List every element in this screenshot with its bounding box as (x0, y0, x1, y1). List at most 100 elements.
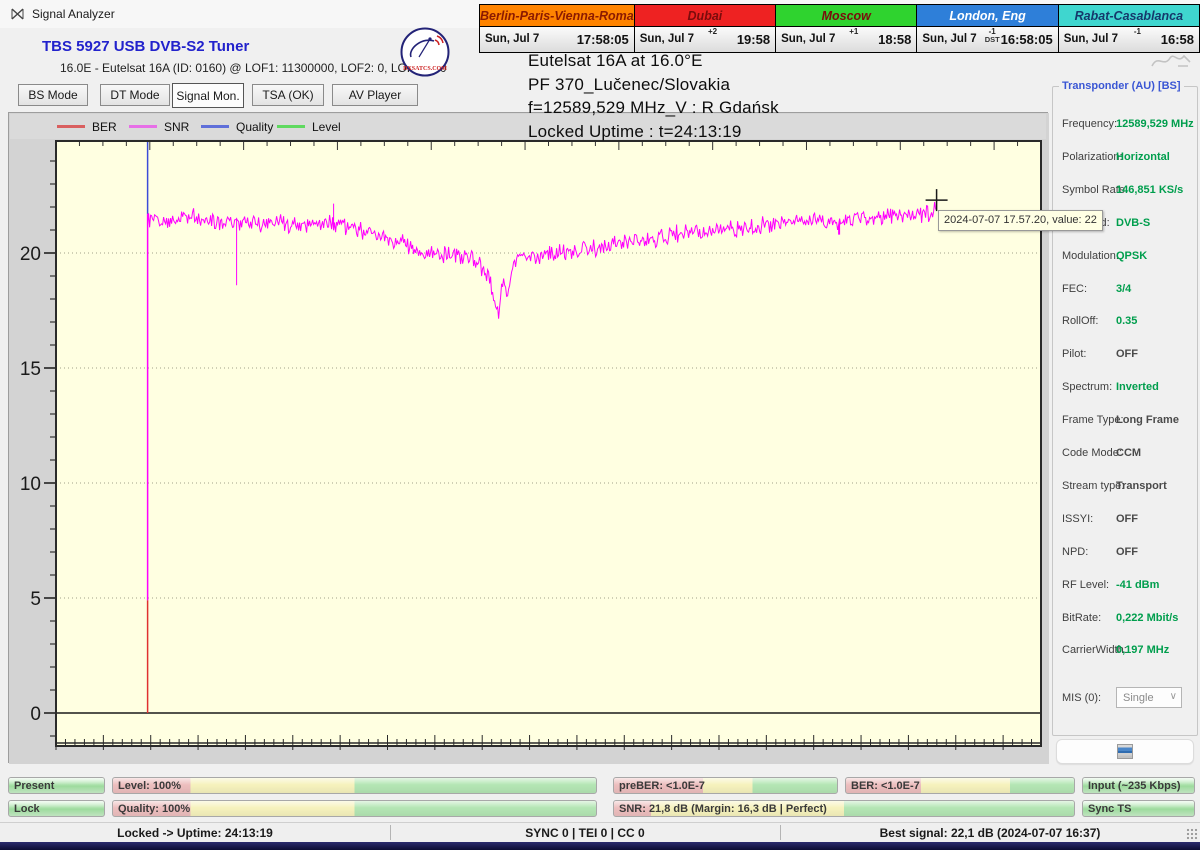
dxsatcs-logo: DXSATCS.COM (399, 26, 451, 78)
clock-date: Sun, Jul 7 (781, 33, 835, 45)
world-clocks: Berlin-Paris-Vienna-RomaSun, Jul 717:58:… (479, 4, 1200, 53)
tab-dt-mode[interactable]: DT Mode (100, 84, 170, 106)
clock-utc-offset: +1 (849, 28, 858, 36)
legend-label: BER (92, 120, 117, 134)
transponder-row-modulation: Modulation:QPSK (1053, 250, 1199, 264)
chevron-down-icon: ∨ (1170, 691, 1177, 702)
clock-time-cell: Sun, Jul 7 18:58 +1 (776, 27, 916, 52)
field-value: 0,197 MHz (1116, 644, 1169, 656)
meter-label: Sync TS (1088, 803, 1131, 815)
field-value: Long Frame (1116, 414, 1179, 426)
ts-list-button[interactable] (1056, 739, 1194, 764)
field-label: Code Mode: (1062, 447, 1122, 459)
meter-label: Input (~235 Kbps) (1088, 780, 1181, 792)
clock-date: Sun, Jul 7 (485, 33, 539, 45)
transponder-row-code-mode: Code Mode:CCM (1053, 447, 1199, 461)
meter-snr: SNR: 21,8 dB (Margin: 16,3 dB | Perfect) (613, 800, 1075, 817)
clock-date: Sun, Jul 7 (1064, 33, 1118, 45)
resize-grip[interactable] (1186, 828, 1198, 840)
ts-list-icon (1117, 744, 1133, 759)
transponder-row-issyi: ISSYI:OFF (1053, 513, 1199, 527)
status-best-signal: Best signal: 22,1 dB (2024-07-07 16:37) (780, 826, 1200, 840)
meter-quality: Quality: 100% (112, 800, 597, 817)
meter-label: Level: 100% (118, 780, 181, 792)
transponder-row-frequency: Frequency:12589,529 MHz (1053, 118, 1199, 132)
meter-label: Present (14, 780, 54, 792)
field-label: Frequency: (1062, 118, 1117, 130)
clock-2: DubaiSun, Jul 719:58+2 (635, 5, 775, 52)
clock-1: Berlin-Paris-Vienna-RomaSun, Jul 717:58:… (480, 5, 634, 52)
chart-tooltip: 2024-07-07 17.57.20, value: 22 (938, 210, 1103, 231)
svg-text:0: 0 (30, 704, 41, 725)
meter-sheen (113, 778, 596, 793)
transponder-row-fec: FEC:3/4 (1053, 283, 1199, 297)
meter-lock: Lock (8, 800, 105, 817)
clock-hms: 18:58 (878, 32, 911, 47)
legend-item-ber: BER (57, 114, 117, 139)
field-value: Transport (1116, 480, 1167, 492)
field-value: OFF (1116, 348, 1138, 360)
legend-swatch (129, 125, 157, 128)
tab-bs-mode[interactable]: BS Mode (18, 84, 88, 106)
field-label: Frame Type: (1062, 414, 1124, 426)
clock-utc-offset: -1DST (985, 28, 1000, 44)
svg-text:5: 5 (30, 589, 41, 610)
annotation-uptime: Locked Uptime : t=24:13:19 (528, 120, 779, 144)
tuner-subtitle: 16.0E - Eutelsat 16A (ID: 0160) @ LOF1: … (60, 61, 447, 75)
meter-input: Input (~235 Kbps) (1082, 777, 1195, 794)
transponder-row-npd: NPD:OFF (1053, 546, 1199, 560)
legend-item-snr: SNR (129, 114, 189, 139)
meter-label: Lock (14, 803, 40, 815)
clock-city: London, Eng (917, 5, 1057, 27)
clock-utc-offset: -1 (1134, 28, 1141, 36)
status-sync-counters: SYNC 0 | TEI 0 | CC 0 (390, 826, 780, 840)
field-label: BitRate: (1062, 612, 1101, 624)
transponder-row-rf-level: RF Level: -41 dBm (1053, 579, 1199, 593)
tab-av-player[interactable]: AV Player (332, 84, 418, 106)
clock-city: Dubai (635, 5, 775, 27)
transponder-row-rolloff: RollOff:0.35 (1053, 315, 1199, 329)
legend-swatch (201, 125, 229, 128)
field-value: -41 dBm (1116, 579, 1159, 591)
field-label: RF Level: (1062, 579, 1109, 591)
field-value: 0.35 (1116, 315, 1137, 327)
field-value: 3/4 (1116, 283, 1131, 295)
mis-select[interactable]: Single ∨ (1116, 687, 1182, 708)
status-uptime: Locked -> Uptime: 24:13:19 (0, 826, 390, 840)
app-antenna-icon (10, 6, 26, 22)
meter-sync: Sync TS (1082, 800, 1195, 817)
transponder-panel: Transponder (AU) [BS] Frequency:12589,52… (1052, 86, 1198, 736)
legend-label: Quality (236, 120, 273, 134)
meter-ber: BER: <1.0E-7 (845, 777, 1075, 794)
field-value: CCM (1116, 447, 1141, 459)
clock-date: Sun, Jul 7 (922, 33, 976, 45)
transponder-row-polarization: Polarization:Horizontal (1053, 151, 1199, 165)
tab-tsa-ok[interactable]: TSA (OK) (252, 84, 324, 106)
field-label: Polarization: (1062, 151, 1123, 163)
signal-chart-plot[interactable]: 05101520 (9, 113, 1049, 764)
clock-city: Berlin-Paris-Vienna-Roma (480, 5, 634, 27)
field-value: 12589,529 MHz (1116, 118, 1194, 130)
field-label: NPD: (1062, 546, 1088, 558)
transponder-row-stream-type: Stream type:Transport (1053, 480, 1199, 494)
meter-level: Level: 100% (112, 777, 597, 794)
legend-swatch (57, 125, 85, 128)
window-bottom-edge (0, 842, 1200, 850)
transponder-row-frame-type: Frame Type:Long Frame (1053, 414, 1199, 428)
legend-swatch (277, 125, 305, 128)
transponder-row-spectrum: Spectrum:Inverted (1053, 381, 1199, 395)
watermark-scribble-icon (1148, 46, 1194, 72)
clock-city: Rabat-Casablanca (1059, 5, 1199, 27)
field-label: Modulation: (1062, 250, 1119, 262)
field-value: QPSK (1116, 250, 1147, 262)
field-value: OFF (1116, 513, 1138, 525)
field-value: 0,222 Mbit/s (1116, 612, 1178, 624)
svg-text:15: 15 (20, 359, 41, 380)
legend-item-quality: Quality (201, 114, 273, 139)
field-label: Spectrum: (1062, 381, 1112, 393)
field-label: Pilot: (1062, 348, 1086, 360)
svg-text:10: 10 (20, 474, 41, 495)
mis-selected-value: Single (1123, 692, 1154, 704)
tab-signal-mon[interactable]: Signal Mon. (172, 83, 244, 108)
clock-hms: 19:58 (737, 32, 770, 47)
